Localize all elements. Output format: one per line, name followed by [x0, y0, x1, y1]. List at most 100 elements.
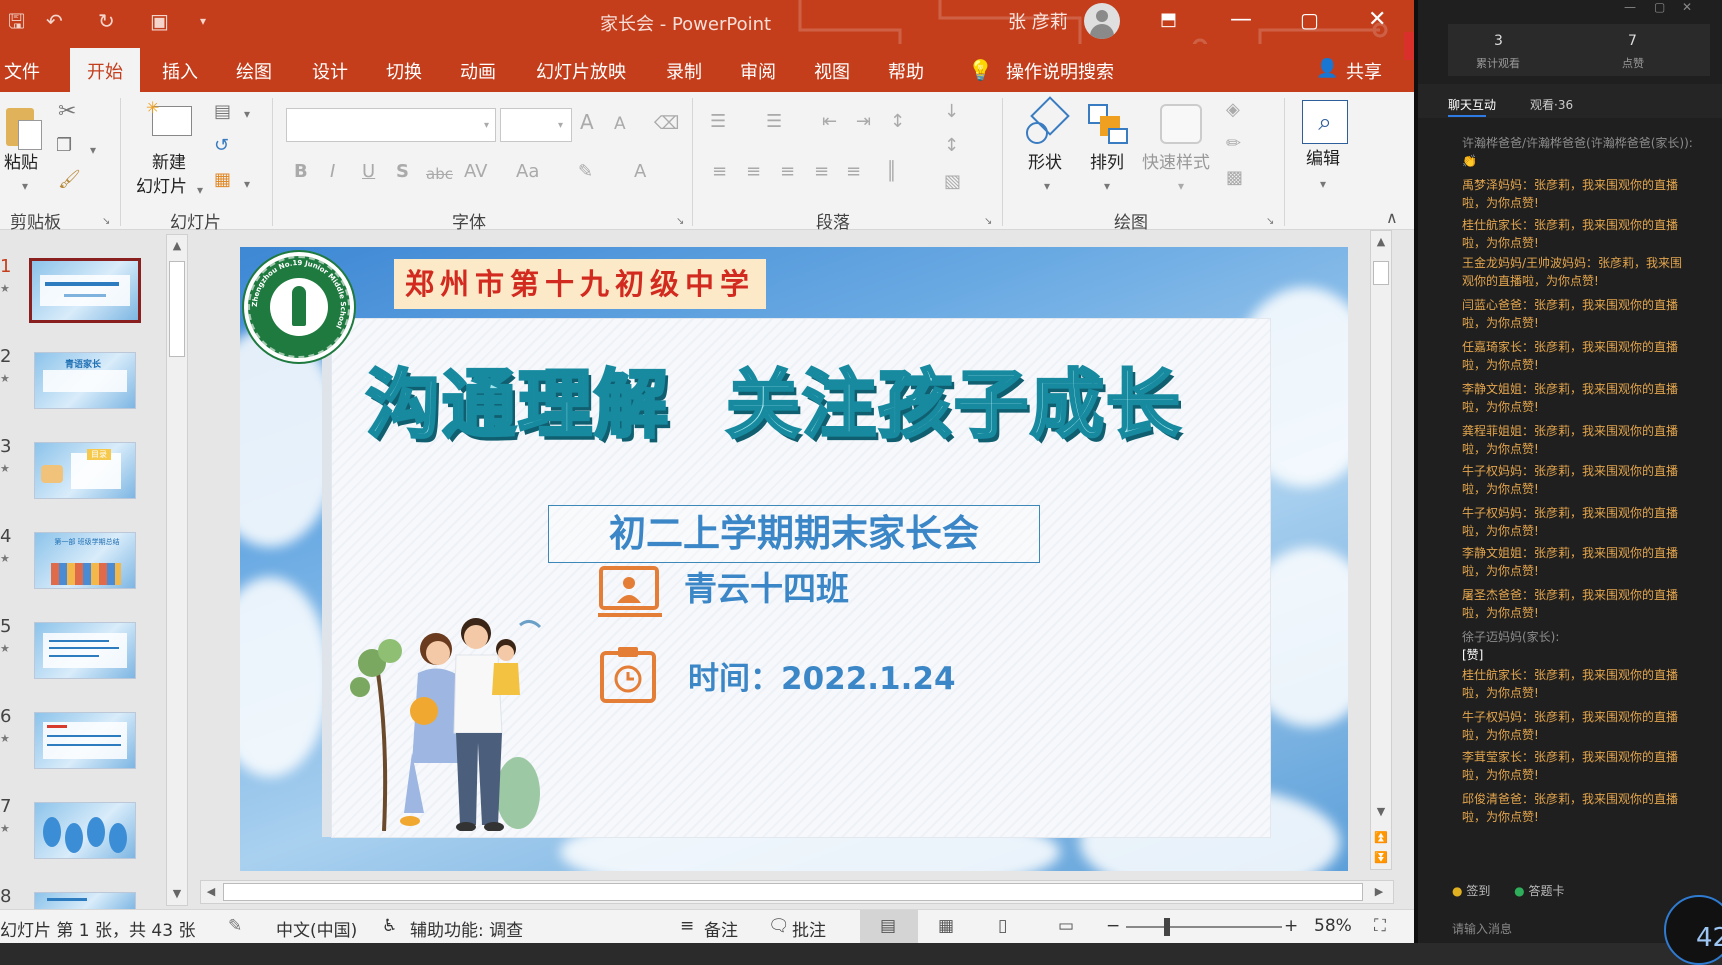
slide-sorter-icon[interactable]: ▦: [938, 916, 954, 936]
font-launcher-icon[interactable]: ↘: [676, 212, 684, 232]
justify-icon[interactable]: ≡: [814, 162, 829, 182]
undo-icon[interactable]: ↶: [46, 8, 63, 34]
tab-record[interactable]: 录制: [666, 58, 702, 84]
zoom-in-icon[interactable]: +: [1284, 916, 1298, 936]
shape-effects-icon[interactable]: ▩: [1226, 168, 1243, 188]
scroll-thumb[interactable]: [169, 261, 185, 357]
tab-viewers[interactable]: 观看·36: [1530, 96, 1573, 113]
reading-view-icon[interactable]: ▯: [998, 916, 1007, 936]
shapes-icon[interactable]: [1024, 96, 1070, 148]
share-button[interactable]: 共享: [1346, 58, 1382, 84]
align-text-icon[interactable]: ↕: [944, 136, 959, 156]
panel-close-icon[interactable]: ✕: [1682, 0, 1692, 14]
quick-styles-button[interactable]: 快速样式: [1142, 152, 1210, 174]
zoom-out-icon[interactable]: −: [1106, 916, 1120, 936]
text-direction-icon[interactable]: ↓: [944, 102, 959, 122]
answer-card-button[interactable]: 答题卡: [1528, 884, 1564, 898]
notes-button[interactable]: 备注: [704, 916, 738, 941]
tab-slideshow[interactable]: 幻灯片放映: [536, 58, 626, 84]
slideshow-view-icon[interactable]: ▭: [1058, 916, 1074, 936]
align-left-icon[interactable]: ≡: [712, 162, 727, 182]
tab-help[interactable]: 帮助: [888, 58, 924, 84]
scroll-thumb[interactable]: [1373, 261, 1389, 285]
panel-minimize-icon[interactable]: —: [1624, 0, 1636, 14]
tab-file[interactable]: 文件: [4, 58, 40, 84]
distribute-icon[interactable]: ≡: [846, 162, 861, 182]
quick-styles-dropdown-icon[interactable]: ▾: [1178, 176, 1184, 196]
format-painter-icon[interactable]: 🖌: [58, 170, 81, 190]
shape-fill-icon[interactable]: ◈: [1226, 100, 1240, 120]
tab-animations[interactable]: 动画: [460, 58, 496, 84]
tab-home[interactable]: 开始: [70, 48, 140, 92]
paste-button[interactable]: 粘贴: [4, 152, 38, 174]
edit-search-icon[interactable]: ⌕: [1302, 100, 1348, 144]
present-from-start-icon[interactable]: ▣: [150, 8, 169, 34]
new-slide-icon[interactable]: ✳: [146, 98, 194, 138]
font-family-dropdown-icon[interactable]: ▾: [484, 116, 489, 136]
edit-dropdown-icon[interactable]: ▾: [1320, 174, 1326, 194]
smartart-icon[interactable]: ▧: [944, 172, 961, 192]
new-slide-button-line2[interactable]: 幻灯片: [136, 176, 187, 198]
section-icon[interactable]: ▦: [214, 170, 231, 190]
scroll-up-icon[interactable]: ▲: [167, 239, 187, 252]
customize-qat-icon[interactable]: ▾: [200, 8, 206, 34]
paste-dropdown-icon[interactable]: ▾: [22, 176, 28, 196]
layout-dropdown-icon[interactable]: ▾: [244, 104, 250, 124]
fit-to-window-icon[interactable]: ⛶: [1374, 916, 1386, 936]
scroll-down-icon[interactable]: ▼: [1371, 805, 1391, 818]
bullets-icon[interactable]: ☰: [710, 112, 726, 132]
zoom-slider-thumb[interactable]: [1164, 918, 1170, 936]
paragraph-launcher-icon[interactable]: ↘: [984, 212, 992, 232]
shrink-font-icon[interactable]: A: [614, 114, 626, 134]
italic-icon[interactable]: I: [330, 162, 335, 182]
reset-icon[interactable]: ↺: [214, 136, 229, 156]
comments-button[interactable]: 批注: [792, 916, 826, 941]
slide-thumbnail-2[interactable]: 青语家长: [34, 352, 136, 409]
font-family-select[interactable]: [286, 108, 496, 142]
tab-design[interactable]: 设计: [312, 58, 348, 84]
tab-chat[interactable]: 聊天互动: [1448, 96, 1496, 113]
slide-thumbnail-4[interactable]: 第一部 班级学期总结: [34, 532, 136, 589]
increase-indent-icon[interactable]: ⇥: [856, 112, 871, 132]
language-indicator[interactable]: 中文(中国): [276, 916, 357, 941]
tab-review[interactable]: 审阅: [740, 58, 776, 84]
bold-icon[interactable]: B: [294, 162, 308, 182]
sign-in-button[interactable]: 签到: [1466, 884, 1490, 898]
columns-icon[interactable]: ║: [886, 162, 897, 182]
align-right-icon[interactable]: ≡: [780, 162, 795, 182]
shape-outline-icon[interactable]: ✏: [1226, 134, 1241, 154]
slide-thumbnail-6[interactable]: [34, 712, 136, 769]
decrease-indent-icon[interactable]: ⇤: [822, 112, 837, 132]
section-dropdown-icon[interactable]: ▾: [244, 174, 250, 194]
arrange-button[interactable]: 排列: [1090, 152, 1124, 174]
zoom-level[interactable]: 58%: [1314, 916, 1352, 936]
new-slide-button[interactable]: 新建: [152, 152, 186, 174]
slide-thumbnail-7[interactable]: [34, 802, 136, 859]
shapes-dropdown-icon[interactable]: ▾: [1044, 176, 1050, 196]
h-scroll-thumb[interactable]: [223, 883, 1363, 901]
line-spacing-icon[interactable]: ↕: [890, 112, 905, 132]
change-case-icon[interactable]: Aa: [516, 162, 539, 182]
redo-icon[interactable]: ↻: [98, 8, 115, 34]
cut-icon[interactable]: ✂: [58, 101, 76, 123]
editor-vertical-scrollbar[interactable]: ▲ ▼ ⏫ ⏬: [1370, 230, 1392, 870]
thumbnails-scrollbar[interactable]: ▲ ▼: [166, 234, 188, 906]
layout-icon[interactable]: ▤: [214, 102, 231, 122]
copy-icon[interactable]: ❐: [56, 136, 72, 156]
editor-horizontal-scrollbar[interactable]: ◀ ▶: [200, 880, 1394, 904]
clear-format-icon[interactable]: ⌫: [654, 114, 679, 134]
font-size-dropdown-icon[interactable]: ▾: [558, 116, 563, 136]
grow-font-icon[interactable]: A: [580, 112, 594, 132]
tab-insert[interactable]: 插入: [162, 58, 198, 84]
save-icon[interactable]: 🖫: [8, 8, 25, 34]
tab-transitions[interactable]: 切换: [386, 58, 422, 84]
tell-me-search[interactable]: 操作说明搜索: [1006, 58, 1114, 84]
char-spacing-icon[interactable]: AV: [464, 162, 487, 182]
zoom-slider[interactable]: [1126, 926, 1282, 928]
collapse-ribbon-icon[interactable]: ∧: [1386, 208, 1398, 227]
slide-thumbnail-3[interactable]: 目录: [34, 442, 136, 499]
previous-slide-icon[interactable]: ⏫: [1371, 831, 1391, 844]
shapes-button[interactable]: 形状: [1028, 152, 1062, 174]
slide-thumbnail-1[interactable]: [29, 258, 141, 323]
next-slide-icon[interactable]: ⏬: [1371, 851, 1391, 864]
